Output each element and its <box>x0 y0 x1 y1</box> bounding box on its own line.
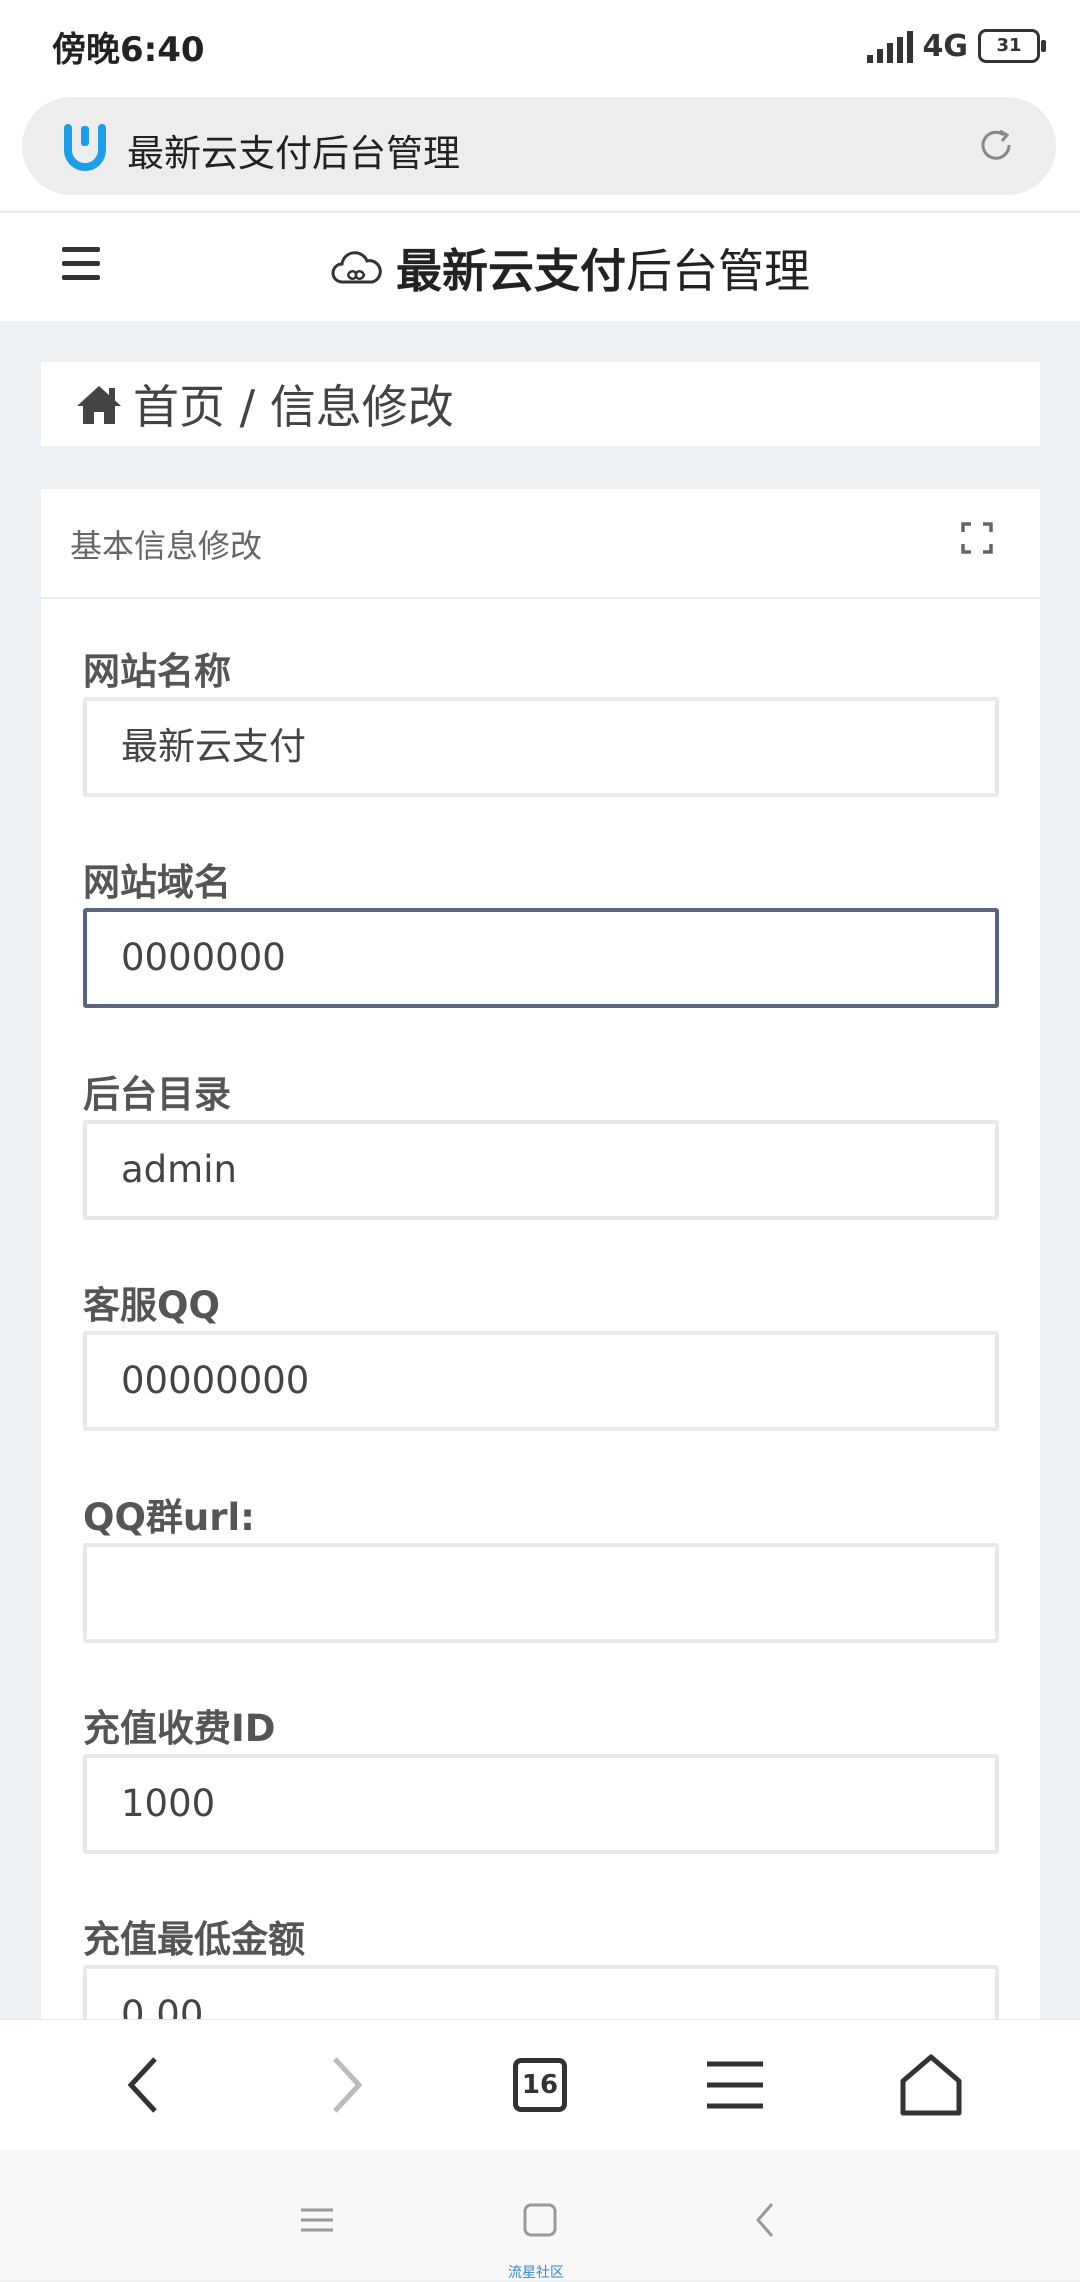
fullscreen-icon[interactable] <box>960 521 994 555</box>
tabs-button[interactable]: 16 <box>505 2050 575 2120</box>
network-type: 4G <box>922 28 969 64</box>
field-label: 后台目录 <box>83 1073 231 1116</box>
battery-icon: 31 <box>978 29 1046 63</box>
field-label: QQ群url: <box>83 1496 255 1539</box>
site-name-input[interactable]: 最新云支付 <box>83 697 999 797</box>
home-button[interactable] <box>896 2050 966 2120</box>
panel-header: 基本信息修改 <box>41 489 1040 599</box>
home-outline-icon <box>900 2054 962 2116</box>
breadcrumb: 首页 / 信息修改 <box>41 362 1040 446</box>
address-text[interactable]: 最新云支付后台管理 <box>127 123 460 177</box>
brand-rest: 后台管理 <box>626 244 810 298</box>
basic-info-panel: 基本信息修改 网站名称 最新云支付 网站域名 0000000 后台目录 admi… <box>41 489 1040 2065</box>
service-qq-input[interactable]: 00000000 <box>83 1331 999 1431</box>
brand-bold: 最新云支付 <box>396 244 626 298</box>
address-bar-area: 最新云支付后台管理 <box>0 95 1080 210</box>
status-indicators: 4G 31 <box>866 26 1046 66</box>
browser-logo-icon <box>64 124 106 171</box>
reload-icon[interactable] <box>976 125 1016 165</box>
field-service-qq: 客服QQ 00000000 <box>83 1275 999 1431</box>
home-icon[interactable] <box>75 382 123 426</box>
panel-title: 基本信息修改 <box>70 527 263 565</box>
field-label: 客服QQ <box>83 1284 220 1327</box>
field-label: 网站域名 <box>83 861 231 904</box>
system-back-icon[interactable] <box>746 2200 786 2240</box>
back-button[interactable] <box>108 2050 178 2120</box>
menu-button[interactable] <box>700 2050 770 2120</box>
field-qq-group-url: QQ群url: <box>83 1487 999 1643</box>
field-site-name: 网站名称 最新云支付 <box>83 641 999 797</box>
field-site-domain: 网站域名 0000000 <box>83 852 999 1008</box>
app-header: 最新云支付 后台管理 <box>0 212 1080 321</box>
site-domain-input[interactable]: 0000000 <box>83 908 999 1008</box>
field-label: 网站名称 <box>83 650 231 693</box>
system-home-icon[interactable] <box>520 2200 560 2240</box>
address-bar[interactable]: 最新云支付后台管理 <box>22 97 1056 195</box>
field-admin-dir: 后台目录 admin <box>83 1064 999 1220</box>
field-recharge-fee-id: 充值收费ID 1000 <box>83 1698 999 1854</box>
admin-dir-input[interactable]: admin <box>83 1120 999 1220</box>
recharge-fee-id-input[interactable]: 1000 <box>83 1754 999 1854</box>
hamburger-menu-icon[interactable] <box>62 247 102 287</box>
breadcrumb-text: 首页 / 信息修改 <box>133 380 454 434</box>
chevron-right-icon <box>333 2057 363 2113</box>
recents-icon[interactable] <box>297 2200 337 2240</box>
brand-title: 最新云支付 后台管理 <box>330 235 810 301</box>
browser-bottom-nav: 16 <box>0 2019 1080 2150</box>
status-time: 傍晚6:40 <box>52 30 205 70</box>
system-nav-bar <box>0 2150 1080 2280</box>
tab-count: 16 <box>513 2058 567 2112</box>
watermark: 流星社区 <box>508 2265 564 2281</box>
cloud-icon <box>331 251 382 284</box>
status-bar: 傍晚6:40 4G 31 <box>0 0 1080 95</box>
signal-icon <box>866 29 913 63</box>
chevron-left-icon <box>127 2057 157 2113</box>
field-label: 充值收费ID <box>83 1707 276 1750</box>
field-label: 充值最低金额 <box>83 1918 305 1961</box>
menu-lines-icon <box>707 2061 763 2109</box>
qq-group-url-input[interactable] <box>83 1543 999 1643</box>
forward-button[interactable] <box>312 2050 382 2120</box>
